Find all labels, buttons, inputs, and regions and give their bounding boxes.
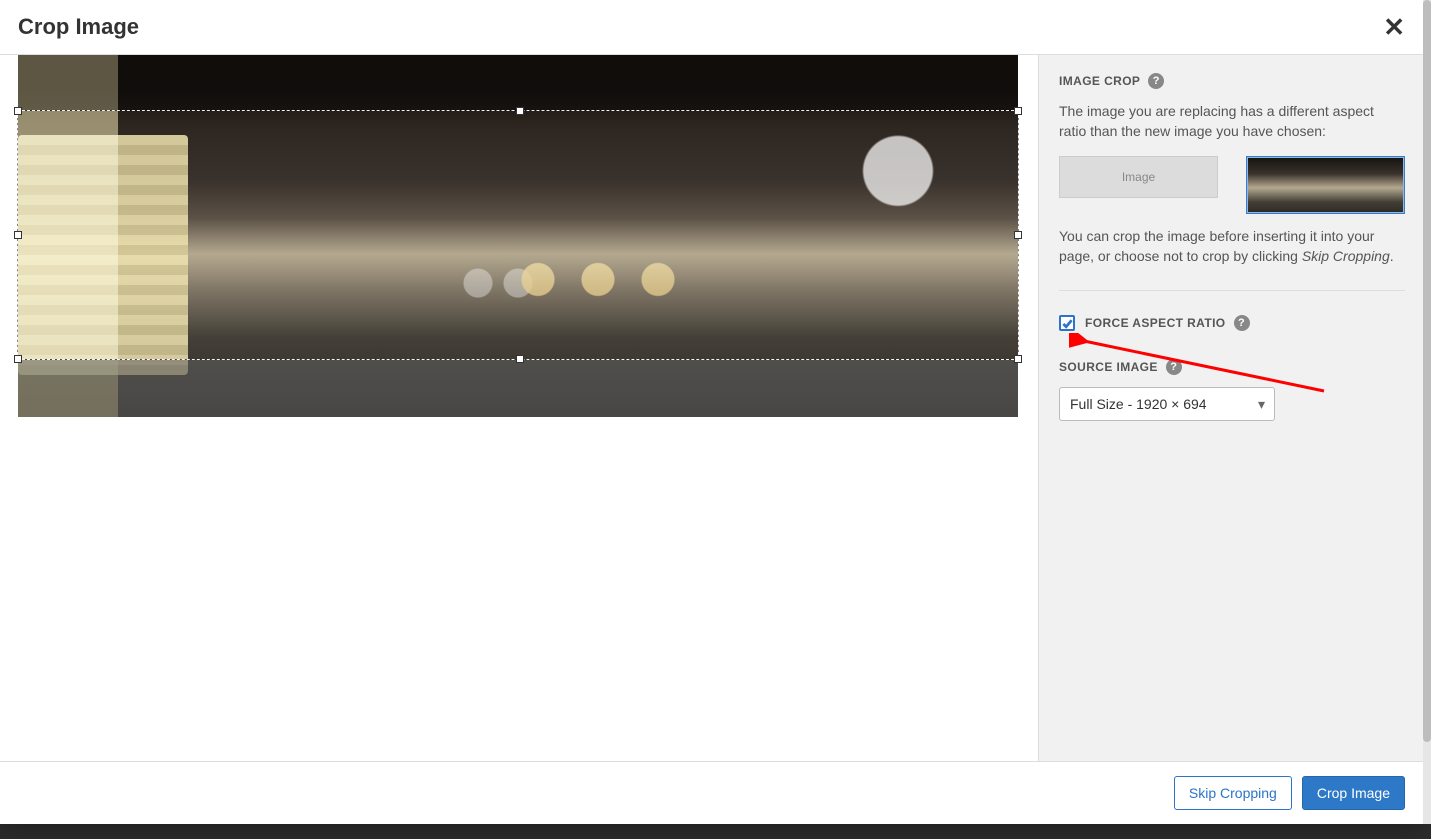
modal-title: Crop Image [18,14,139,40]
force-aspect-ratio-row: FORCE ASPECT RATIO ? [1059,315,1405,331]
force-aspect-ratio-label: FORCE ASPECT RATIO [1085,316,1226,330]
divider [1059,290,1405,291]
crop-selection[interactable] [18,111,1018,359]
crop-handle-e[interactable] [1014,231,1022,239]
original-aspect-thumb: Image [1059,156,1218,198]
source-photo [18,55,1018,417]
scrollbar-thumb[interactable] [1423,0,1431,742]
aspect-thumbnails: Image [1059,156,1405,214]
crop-handle-w[interactable] [14,231,22,239]
image-crop-label: IMAGE CROP [1059,74,1140,88]
crop-handle-s[interactable] [516,355,524,363]
help-icon[interactable]: ? [1148,73,1164,89]
image-crop-description-2: You can crop the image before inserting … [1059,226,1405,267]
new-aspect-thumb [1246,156,1405,214]
crop-image-modal: Crop Image ✕ IMAGE CROP [0,0,1423,824]
modal-footer: Skip Cropping Crop Image [0,761,1423,824]
crop-handle-nw[interactable] [14,107,22,115]
section-source-image: SOURCE IMAGE ? [1059,359,1405,375]
force-aspect-ratio-checkbox[interactable] [1059,315,1075,331]
section-image-crop: IMAGE CROP ? [1059,73,1405,89]
crop-handle-se[interactable] [1014,355,1022,363]
close-icon[interactable]: ✕ [1383,14,1405,40]
crop-handle-ne[interactable] [1014,107,1022,115]
help-icon[interactable]: ? [1166,359,1182,375]
source-image-select[interactable]: Full Size - 1920 × 694 [1059,387,1275,421]
skip-cropping-button[interactable]: Skip Cropping [1174,776,1292,810]
help-icon[interactable]: ? [1234,315,1250,331]
image-crop-description-1: The image you are replacing has a differ… [1059,101,1405,142]
thumb-placeholder-label: Image [1122,170,1155,184]
source-image-select-wrap: Full Size - 1920 × 694 ▾ [1059,387,1275,421]
sidebar: IMAGE CROP ? The image you are replacing… [1039,55,1423,761]
modal-body: IMAGE CROP ? The image you are replacing… [0,55,1423,761]
crop-handle-sw[interactable] [14,355,22,363]
modal-header: Crop Image ✕ [0,0,1423,55]
scrollbar[interactable] [1423,0,1431,824]
crop-handle-n[interactable] [516,107,524,115]
crop-image-button[interactable]: Crop Image [1302,776,1405,810]
source-image-label: SOURCE IMAGE [1059,360,1158,374]
crop-stage[interactable] [0,55,1039,761]
